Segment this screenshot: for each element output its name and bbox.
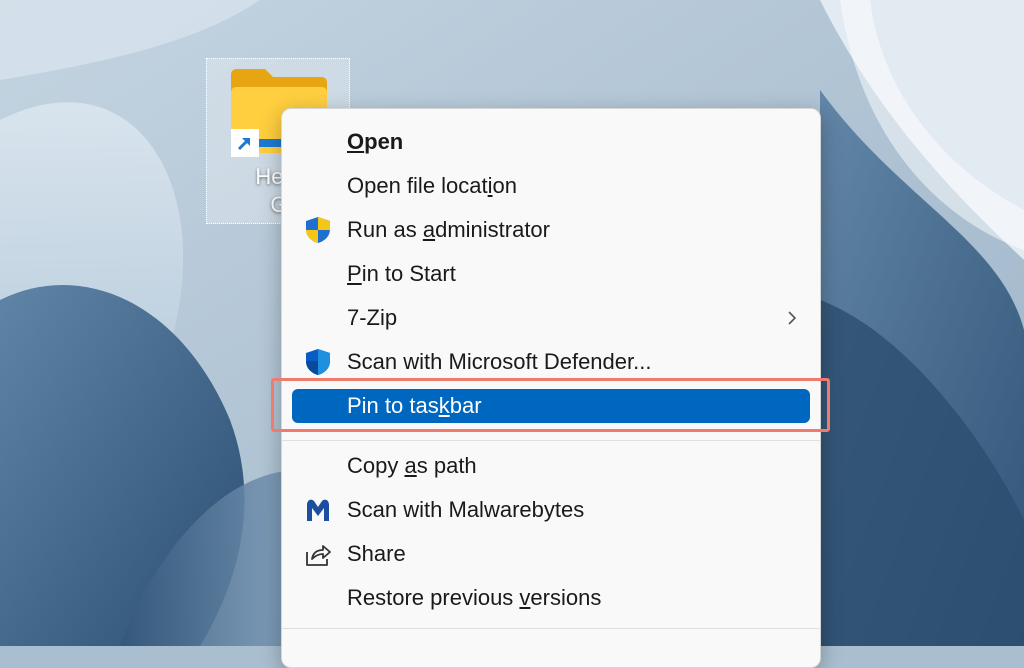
menu-item-pin-to-taskbar[interactable]: Pin to taskbar [292, 389, 810, 423]
menu-divider [282, 628, 820, 629]
menu-item-label: Copy as path [347, 453, 477, 478]
shortcut-arrow-icon [231, 129, 259, 157]
menu-item-label: 7-Zip [347, 305, 398, 330]
menu-item-label: Share [347, 541, 406, 566]
menu-item-label: Open file location [347, 173, 518, 198]
chevron-right-icon [782, 301, 802, 335]
defender-shield-icon [302, 346, 334, 378]
menu-item-label: Restore previous versions [347, 585, 602, 610]
share-icon [302, 538, 334, 570]
menu-item-label: Run as administrator [347, 217, 550, 242]
menu-item-restore-previous-versions[interactable]: Restore previous versions [292, 581, 810, 615]
menu-item-scan-malwarebytes[interactable]: Scan with Malwarebytes [292, 493, 810, 527]
menu-item-run-as-administrator[interactable]: Run as administrator [292, 213, 810, 247]
menu-item-copy-as-path[interactable]: Copy as path [292, 449, 810, 483]
menu-item-label: Scan with Malwarebytes [347, 497, 585, 522]
menu-item-scan-defender[interactable]: Scan with Microsoft Defender... [292, 345, 810, 379]
menu-item-label: Pin to taskbar [347, 393, 482, 418]
malwarebytes-icon [302, 494, 334, 526]
menu-item-label: Pin to Start [347, 261, 456, 286]
menu-item-pin-to-start[interactable]: Pin to Start [292, 257, 810, 291]
uac-shield-icon [302, 214, 334, 246]
menu-item-open-file-location[interactable]: Open file location [292, 169, 810, 203]
menu-item-open[interactable]: Open [292, 125, 810, 159]
menu-item-label: Scan with Microsoft Defender... [347, 349, 652, 374]
context-menu: Open Open file location Run as administr… [281, 108, 821, 668]
menu-item-7zip[interactable]: 7-Zip [292, 301, 810, 335]
menu-item-share[interactable]: Share [292, 537, 810, 571]
menu-item-label: Open [347, 129, 404, 154]
menu-divider [282, 440, 820, 441]
